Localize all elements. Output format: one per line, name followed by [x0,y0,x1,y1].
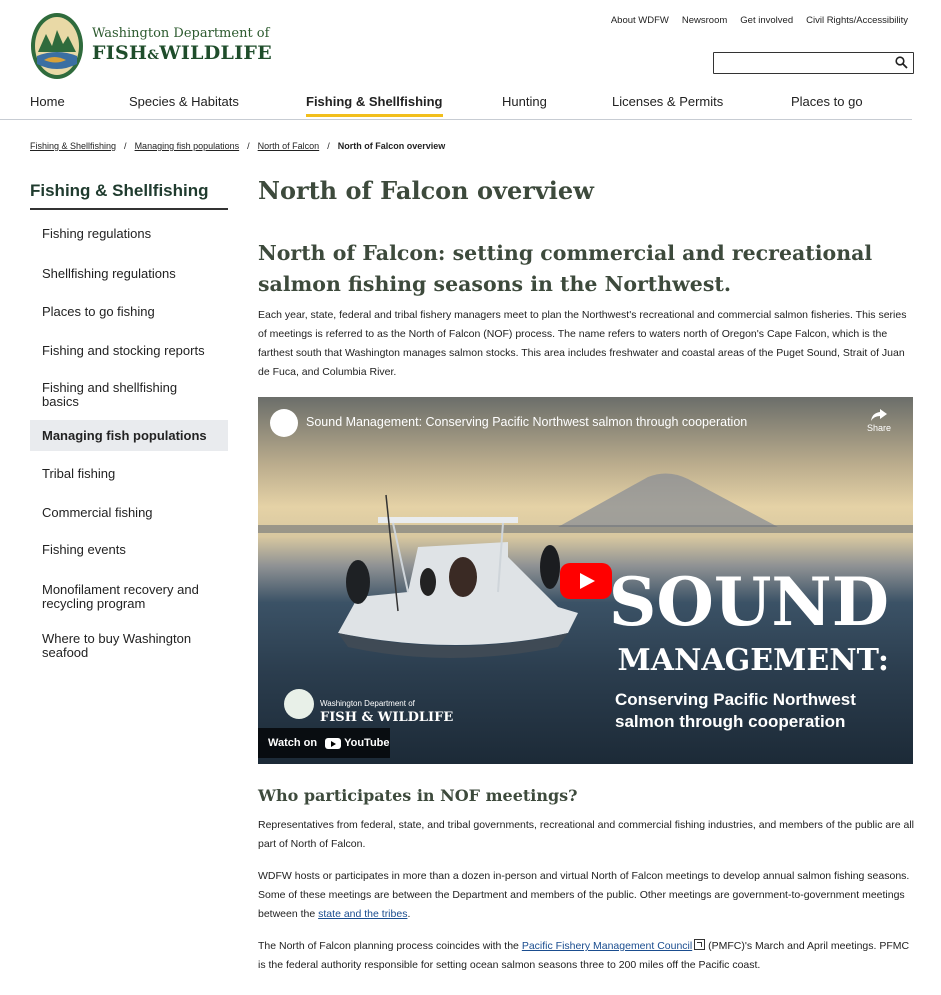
brand-amp: & [147,48,160,63]
breadcrumb-current: North of Falcon overview [337,141,446,151]
play-button[interactable] [560,563,612,599]
site-header: Washington Department of FISH&WILDLIFE A… [0,0,941,120]
pfmc-paragraph: The North of Falcon planning process coi… [258,937,914,975]
main-nav: Home Species & Habitats Fishing & Shellf… [0,88,912,120]
sidebar-item-commercial-fishing[interactable]: Commercial fishing [30,496,228,529]
watermark-line-2: FISH & WILDLIFE [320,710,454,725]
utility-link-newsroom[interactable]: Newsroom [682,15,727,26]
channel-logo[interactable] [270,409,298,437]
share-icon [870,409,887,421]
sidebar-item-fishing-events[interactable]: Fishing events [30,529,228,571]
watermark-logo [284,689,314,719]
meetings-paragraph: WDFW hosts or participates in more than … [258,867,914,924]
section-heading: Who participates in NOF meetings? [258,786,578,805]
youtube-label: YouTube [344,737,390,749]
breadcrumb-separator: / [124,141,127,151]
utility-link-about[interactable]: About WDFW [611,15,669,26]
sidebar-item-monofilament[interactable]: Monofilament recovery and recycling prog… [30,571,224,623]
search-input[interactable] [713,52,914,74]
sidebar-item-basics[interactable]: Fishing and shellfishing basics [30,370,204,420]
breadcrumb-separator: / [247,141,250,151]
brand-word-fish: FISH [92,42,148,64]
sidebar-item-where-to-buy-seafood[interactable]: Where to buy Washington seafood [30,623,214,669]
utility-link-get-involved[interactable]: Get involved [740,15,793,26]
sidebar-item-fishing-regulations[interactable]: Fishing regulations [30,212,228,255]
sidebar-item-shellfishing-regulations[interactable]: Shellfishing regulations [30,255,228,292]
page-subheading: North of Falcon: setting commercial and … [258,241,873,296]
brand-word-wildlife: WILDLIFE [159,42,272,64]
utility-nav: About WDFW Newsroom Get involved Civil R… [611,15,908,26]
meetings-text-end: . [407,908,411,920]
watermark-line-1: Washington Department of [320,699,415,708]
wdfw-logo[interactable] [30,12,84,80]
nav-home[interactable]: Home [30,94,65,109]
utility-link-civil-rights[interactable]: Civil Rights/Accessibility [806,15,908,26]
breadcrumb-link-north-of-falcon[interactable]: North of Falcon [258,141,320,151]
sidebar-item-tribal-fishing[interactable]: Tribal fishing [30,451,228,496]
video-overlay-tagline: Conserving Pacific Northwest salmon thro… [615,690,856,731]
participants-paragraph: Representatives from federal, state, and… [258,819,914,850]
sidebar-item-places-to-go-fishing[interactable]: Places to go fishing [30,292,228,331]
nav-licenses-permits[interactable]: Licenses & Permits [612,94,723,109]
page-title: North of Falcon overview [258,176,594,205]
nav-species-habitats[interactable]: Species & Habitats [129,94,239,109]
sidebar-item-stocking-reports[interactable]: Fishing and stocking reports [30,331,228,370]
brand-line-2: FISH&WILDLIFE [92,42,272,64]
video-overlay-title: SOUND [608,563,889,641]
intro-paragraph: Each year, state, federal and tribal fis… [258,309,907,378]
pfmc-link[interactable]: Pacific Fishery Management Council [522,940,692,952]
breadcrumb-link-fishing[interactable]: Fishing & Shellfishing [30,141,116,151]
brand-line-1: Washington Department of [92,26,270,41]
video-player[interactable]: Sound Management: Conserving Pacific Nor… [258,397,913,764]
video-overlay-subtitle: MANAGEMENT: [617,643,890,678]
sidebar-list: Fishing regulations Shellfishing regulat… [30,212,228,669]
video-title[interactable]: Sound Management: Conserving Pacific Nor… [306,415,747,429]
watch-on-youtube-button[interactable]: Watch on YouTube [258,728,390,758]
breadcrumb-separator: / [327,141,330,151]
breadcrumb: Fishing & Shellfishing / Managing fish pop… [30,141,445,151]
sidebar-title[interactable]: Fishing & Shellfishing [30,172,228,210]
share-label: Share [866,423,891,433]
nav-places-to-go[interactable]: Places to go [791,94,863,109]
nav-hunting[interactable]: Hunting [502,94,547,109]
share-button[interactable]: Share [867,409,891,433]
search-icon[interactable] [895,56,908,69]
pfmc-text-start: The North of Falcon planning process coi… [258,940,522,952]
nav-fishing-shellfishing[interactable]: Fishing & Shellfishing [306,94,443,117]
watch-on-label: Watch on [268,737,318,749]
breadcrumb-link-managing[interactable]: Managing fish populations [135,141,240,151]
sidebar: Fishing & Shellfishing Fishing regulatio… [30,172,228,669]
sidebar-item-managing-fish-populations[interactable]: Managing fish populations [30,420,228,451]
external-link-icon [694,939,706,950]
state-and-tribes-link[interactable]: state and the tribes [318,908,407,920]
youtube-icon [325,737,342,749]
